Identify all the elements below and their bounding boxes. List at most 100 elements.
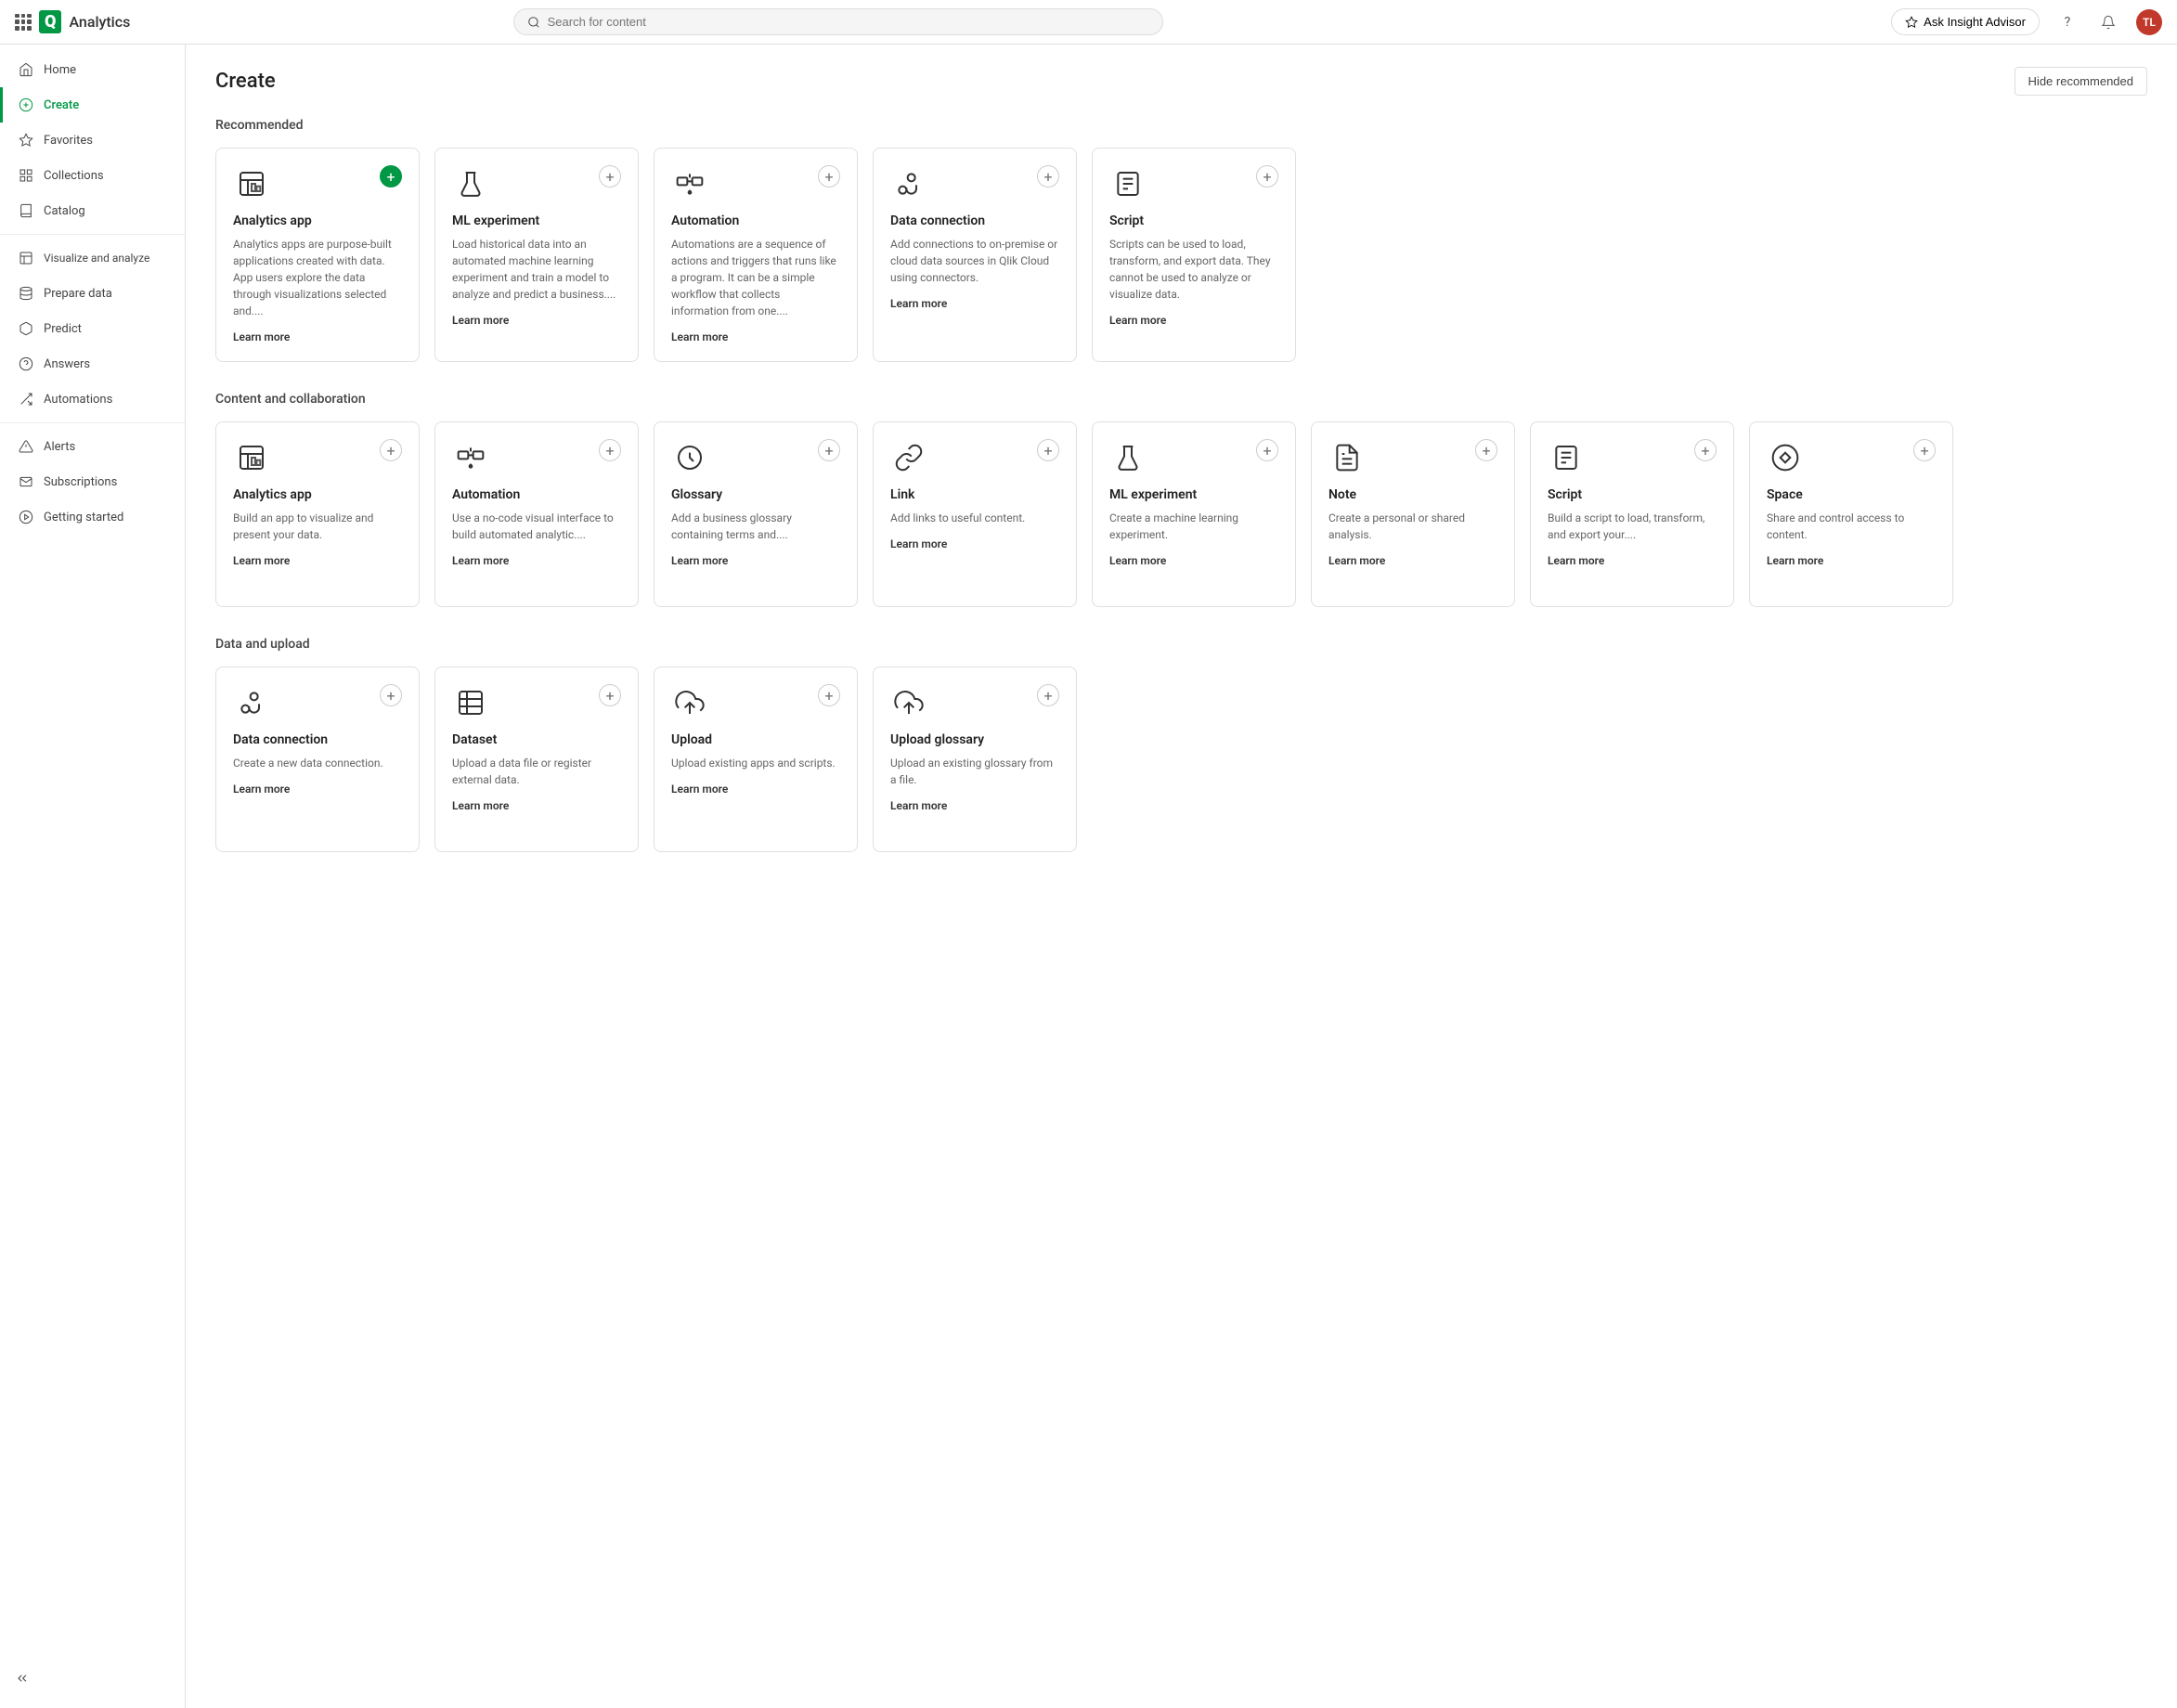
search-input[interactable] bbox=[548, 15, 1149, 29]
card-description: Scripts can be used to load, transform, … bbox=[1109, 236, 1278, 303]
card-learn-more-link[interactable]: Learn more bbox=[452, 799, 509, 812]
card-description: Automations are a sequence of actions an… bbox=[671, 236, 840, 319]
card-item[interactable]: +ML experimentLoad historical data into … bbox=[434, 148, 639, 362]
sidebar-item-collections[interactable]: Collections bbox=[0, 158, 185, 193]
card-add-button[interactable]: + bbox=[1913, 439, 1936, 461]
answers-icon bbox=[18, 356, 34, 372]
card-item[interactable]: +NoteCreate a personal or shared analysi… bbox=[1311, 421, 1515, 607]
hide-recommended-button[interactable]: Hide recommended bbox=[2015, 67, 2147, 96]
card-add-button[interactable]: + bbox=[818, 684, 840, 706]
card-learn-more-link[interactable]: Learn more bbox=[671, 554, 728, 567]
section-data-upload: Data and upload+Data connectionCreate a … bbox=[215, 637, 2147, 852]
card-add-button[interactable]: + bbox=[380, 439, 402, 461]
card-description: Build a script to load, transform, and e… bbox=[1548, 510, 1717, 543]
card-icon bbox=[233, 439, 270, 476]
sidebar-label-subscriptions: Subscriptions bbox=[44, 475, 117, 489]
card-add-button[interactable]: + bbox=[599, 165, 621, 188]
search-bar[interactable] bbox=[513, 8, 1163, 35]
card-add-button[interactable]: + bbox=[818, 165, 840, 188]
card-add-button[interactable]: + bbox=[818, 439, 840, 461]
card-learn-more-link[interactable]: Learn more bbox=[1767, 554, 1823, 567]
card-learn-more-link[interactable]: Learn more bbox=[233, 554, 290, 567]
card-add-button[interactable]: + bbox=[1256, 165, 1278, 188]
card-item[interactable]: +LinkAdd links to useful content.Learn m… bbox=[873, 421, 1077, 607]
home-icon bbox=[18, 61, 34, 78]
app-body: Home Create Favorites Collections bbox=[0, 45, 2177, 1708]
search-icon bbox=[527, 16, 540, 29]
visualize-icon bbox=[18, 250, 34, 266]
card-item[interactable]: +ScriptBuild a script to load, transform… bbox=[1530, 421, 1734, 607]
card-learn-more-link[interactable]: Learn more bbox=[1548, 554, 1604, 567]
sidebar-item-getting-started[interactable]: Getting started bbox=[0, 499, 185, 535]
card-learn-more-link[interactable]: Learn more bbox=[1109, 554, 1166, 567]
sidebar-item-home[interactable]: Home bbox=[0, 52, 185, 87]
card-description: Create a new data connection. bbox=[233, 755, 402, 771]
card-learn-more-link[interactable]: Learn more bbox=[890, 537, 947, 550]
sidebar-item-answers[interactable]: Answers bbox=[0, 346, 185, 382]
card-learn-more-link[interactable]: Learn more bbox=[671, 330, 728, 343]
avatar[interactable]: TL bbox=[2136, 9, 2162, 35]
sidebar-item-predict[interactable]: Predict bbox=[0, 311, 185, 346]
card-item[interactable]: +Upload glossaryUpload an existing gloss… bbox=[873, 666, 1077, 852]
card-learn-more-link[interactable]: Learn more bbox=[1328, 554, 1385, 567]
card-learn-more-link[interactable]: Learn more bbox=[671, 783, 728, 796]
card-icon bbox=[1548, 439, 1585, 476]
card-description: Create a personal or shared analysis. bbox=[1328, 510, 1497, 543]
card-item[interactable]: +DatasetUpload a data file or register e… bbox=[434, 666, 639, 852]
sidebar-item-subscriptions[interactable]: Subscriptions bbox=[0, 464, 185, 499]
help-icon[interactable]: ? bbox=[2054, 9, 2080, 35]
card-add-button[interactable]: + bbox=[1256, 439, 1278, 461]
notification-icon[interactable] bbox=[2095, 9, 2121, 35]
card-add-button[interactable]: + bbox=[1694, 439, 1717, 461]
card-learn-more-link[interactable]: Learn more bbox=[1109, 314, 1166, 327]
sidebar-item-automations[interactable]: Automations bbox=[0, 382, 185, 417]
card-learn-more-link[interactable]: Learn more bbox=[452, 314, 509, 327]
card-item[interactable]: +ML experimentCreate a machine learning … bbox=[1092, 421, 1296, 607]
collections-icon bbox=[18, 167, 34, 184]
sidebar-item-favorites[interactable]: Favorites bbox=[0, 123, 185, 158]
card-add-button[interactable]: + bbox=[380, 684, 402, 706]
card-add-button[interactable]: + bbox=[599, 684, 621, 706]
grid-menu-icon[interactable] bbox=[15, 14, 32, 31]
card-item[interactable]: +UploadUpload existing apps and scripts.… bbox=[654, 666, 858, 852]
prepare-icon bbox=[18, 285, 34, 302]
card-learn-more-link[interactable]: Learn more bbox=[890, 297, 947, 310]
card-name: Link bbox=[890, 487, 1059, 502]
card-item[interactable]: +AutomationAutomations are a sequence of… bbox=[654, 148, 858, 362]
sidebar-item-catalog[interactable]: Catalog bbox=[0, 193, 185, 228]
sidebar-item-create[interactable]: Create bbox=[0, 87, 185, 123]
card-item[interactable]: +Data connectionAdd connections to on-pr… bbox=[873, 148, 1077, 362]
sidebar-label-create: Create bbox=[44, 98, 79, 112]
sidebar-label-alerts: Alerts bbox=[44, 440, 75, 454]
card-icon bbox=[1109, 165, 1147, 202]
card-name: Analytics app bbox=[233, 214, 402, 228]
card-item[interactable]: +AutomationUse a no-code visual interfac… bbox=[434, 421, 639, 607]
sidebar-label-collections: Collections bbox=[44, 169, 104, 183]
card-learn-more-link[interactable]: Learn more bbox=[233, 783, 290, 796]
card-add-button[interactable]: + bbox=[599, 439, 621, 461]
card-item[interactable]: +GlossaryAdd a business glossary contain… bbox=[654, 421, 858, 607]
card-add-button[interactable]: + bbox=[1037, 684, 1059, 706]
sidebar-item-prepare[interactable]: Prepare data bbox=[0, 276, 185, 311]
card-add-button[interactable]: + bbox=[380, 165, 402, 188]
card-add-button[interactable]: + bbox=[1037, 165, 1059, 188]
card-add-button[interactable]: + bbox=[1037, 439, 1059, 461]
sidebar-item-visualize[interactable]: Visualize and analyze bbox=[0, 240, 185, 276]
card-learn-more-link[interactable]: Learn more bbox=[452, 554, 509, 567]
card-name: Space bbox=[1767, 487, 1936, 502]
card-learn-more-link[interactable]: Learn more bbox=[233, 330, 290, 343]
card-description: Add connections to on-premise or cloud d… bbox=[890, 236, 1059, 286]
card-icon bbox=[1767, 439, 1804, 476]
card-item[interactable]: +Analytics appAnalytics apps are purpose… bbox=[215, 148, 420, 362]
card-learn-more-link[interactable]: Learn more bbox=[890, 799, 947, 812]
card-item[interactable]: +Data connectionCreate a new data connec… bbox=[215, 666, 420, 852]
card-item[interactable]: +ScriptScripts can be used to load, tran… bbox=[1092, 148, 1296, 362]
card-icon bbox=[671, 439, 708, 476]
card-item[interactable]: +Analytics appBuild an app to visualize … bbox=[215, 421, 420, 607]
sidebar-collapse[interactable] bbox=[0, 1660, 185, 1701]
card-item[interactable]: +SpaceShare and control access to conten… bbox=[1749, 421, 1953, 607]
insight-advisor-button[interactable]: Ask Insight Advisor bbox=[1891, 8, 2040, 35]
card-name: Upload bbox=[671, 732, 840, 747]
card-add-button[interactable]: + bbox=[1475, 439, 1497, 461]
sidebar-item-alerts[interactable]: Alerts bbox=[0, 429, 185, 464]
